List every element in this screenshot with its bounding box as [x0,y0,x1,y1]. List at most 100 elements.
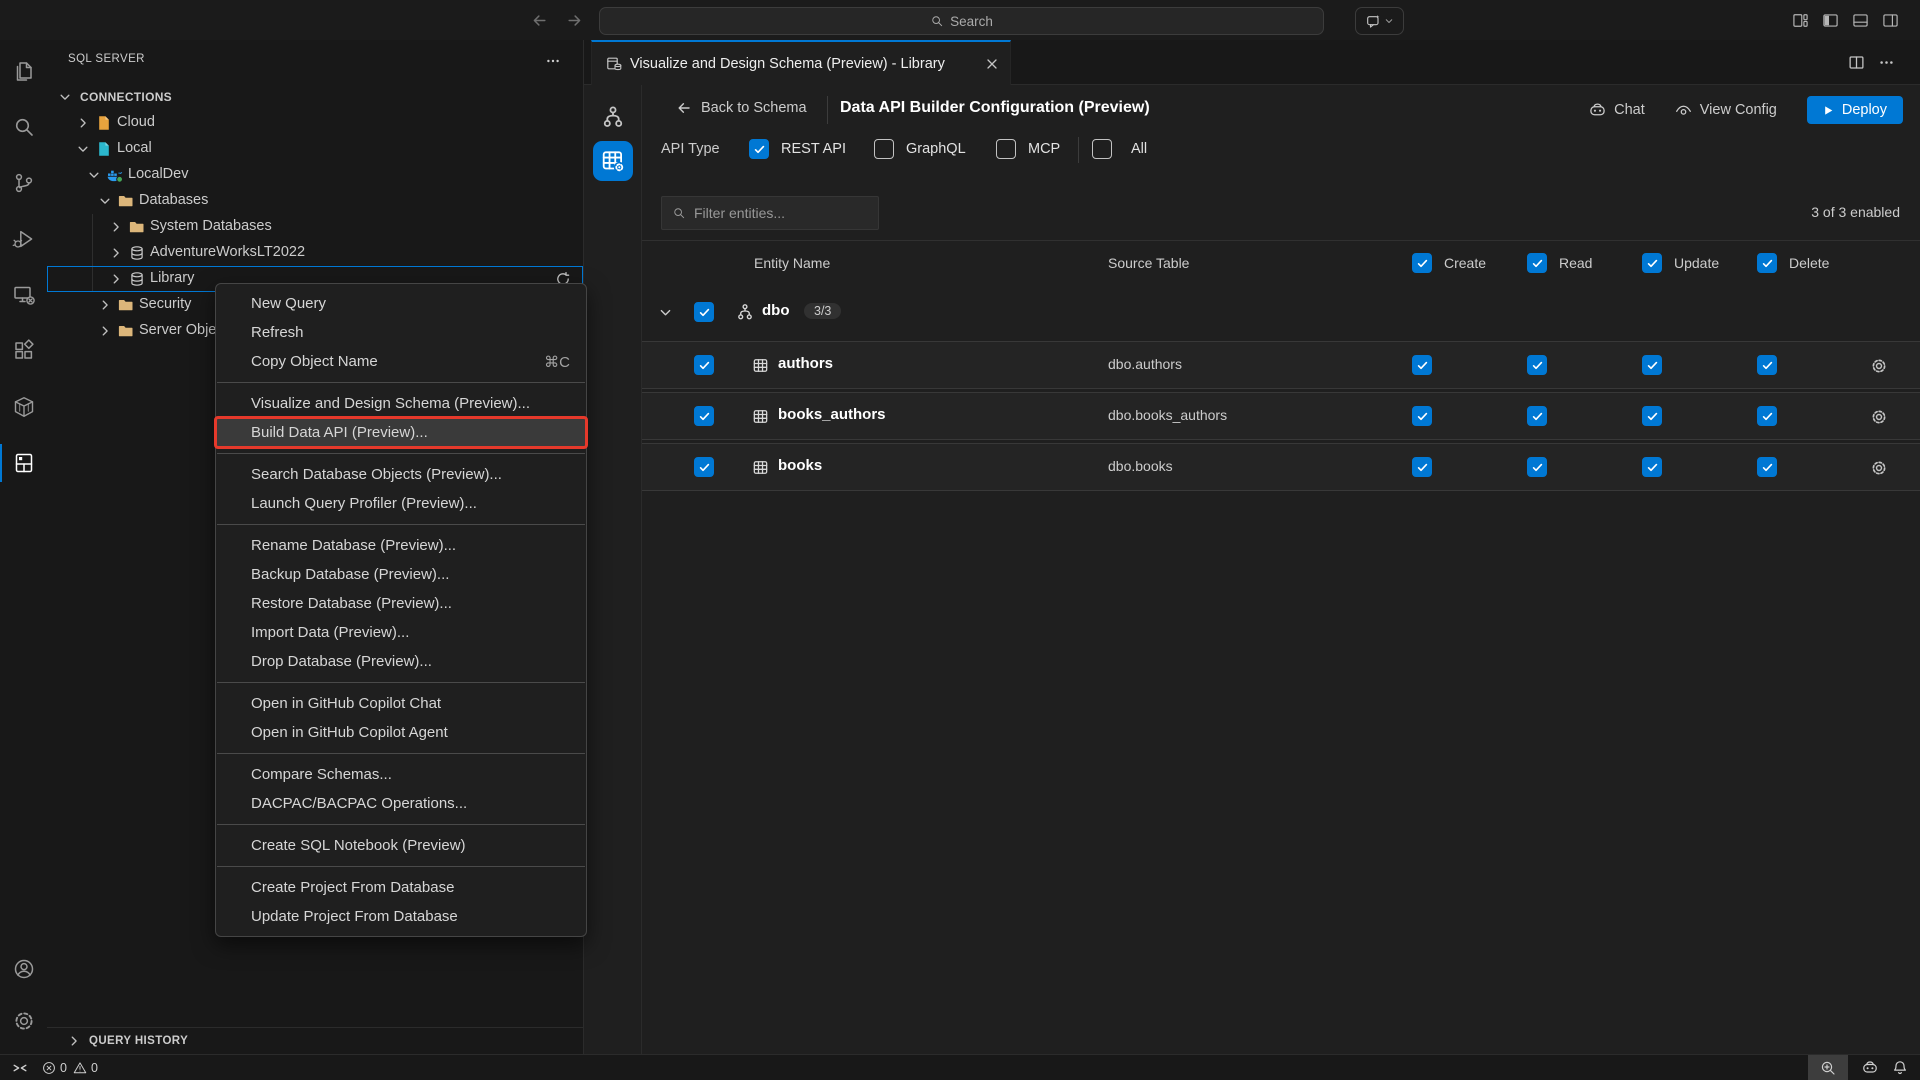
menu-item-create-project-from-database[interactable]: Create Project From Database [216,873,586,902]
status-bar: 0 0 [0,1054,1920,1080]
menu-item-open-in-github-copilot-agent[interactable]: Open in GitHub Copilot Agent [216,718,586,747]
api-type-checkbox-graphql[interactable] [874,139,894,159]
editor-more-actions-icon[interactable] [1878,54,1895,71]
more-actions-icon[interactable] [545,53,561,69]
activity-item-explorer[interactable] [0,47,47,95]
crud-checkbox-2[interactable] [1642,406,1662,426]
toggle-secondary-sidebar-icon[interactable] [1882,12,1899,29]
menu-item-refresh[interactable]: Refresh [216,318,586,347]
menu-item-import-data-preview[interactable]: Import Data (Preview)... [216,618,586,647]
copilot-status-icon[interactable] [1862,1060,1878,1076]
problems-warnings[interactable]: 0 [73,1061,98,1075]
tree-item-system-databases[interactable]: System Databases [47,214,583,240]
chevron-right-icon [76,116,90,130]
command-center-search[interactable]: Search [599,7,1324,35]
menu-item-dacpac-bacpac-operations[interactable]: DACPAC/BACPAC Operations... [216,789,586,818]
activity-item-accounts[interactable] [0,946,47,992]
split-editor-icon[interactable] [1848,54,1865,71]
notifications-bell-icon[interactable] [1892,1060,1908,1076]
toggle-panel-icon[interactable] [1852,12,1869,29]
api-type-option-label: All [1131,141,1147,157]
menu-item-update-project-from-database[interactable]: Update Project From Database [216,902,586,931]
activity-item-sql-server[interactable] [0,439,47,487]
filter-entities-input[interactable]: Filter entities... [661,196,879,230]
history-back-icon[interactable] [531,12,548,29]
tree-item-localdev[interactable]: LocalDev [47,162,583,188]
crud-checkbox-2[interactable] [1642,457,1662,477]
crud-checkbox-3[interactable] [1757,457,1777,477]
history-forward-icon[interactable] [566,12,583,29]
tree-item-local[interactable]: Local [47,136,583,162]
crud-checkbox-3[interactable] [1757,355,1777,375]
chat-button[interactable]: Chat [1589,102,1645,119]
menu-item-compare-schemas[interactable]: Compare Schemas... [216,760,586,789]
menu-item-backup-database-preview[interactable]: Backup Database (Preview)... [216,560,586,589]
zoom-in-status-button[interactable] [1808,1055,1848,1080]
menu-item-rename-database-preview[interactable]: Rename Database (Preview)... [216,531,586,560]
activity-item-search[interactable] [0,103,47,151]
header-checkbox-update[interactable] [1642,253,1662,273]
header-checkbox-read[interactable] [1527,253,1547,273]
entity-checkbox-authors[interactable] [694,355,714,375]
entity-settings-icon[interactable] [1870,459,1888,477]
entity-settings-icon[interactable] [1870,357,1888,375]
activity-item-remote-explorer[interactable] [0,271,47,319]
activity-item-run-and-debug[interactable] [0,215,47,263]
file-badge-icon [96,141,112,157]
tree-item-cloud[interactable]: Cloud [47,110,583,136]
menu-item-visualize-and-design-schema-preview[interactable]: Visualize and Design Schema (Preview)... [216,389,586,418]
menu-item-create-sql-notebook-preview[interactable]: Create SQL Notebook (Preview) [216,831,586,860]
activity-item-settings[interactable] [0,998,47,1044]
header-checkbox-create[interactable] [1412,253,1432,273]
crud-checkbox-0[interactable] [1412,457,1432,477]
copilot-menu-button[interactable] [1355,7,1404,35]
api-type-checkbox-mcp[interactable] [996,139,1016,159]
docker-icon [107,167,123,183]
schema-designer-button[interactable] [593,97,633,137]
crud-checkbox-1[interactable] [1527,355,1547,375]
header-checkbox-delete[interactable] [1757,253,1777,273]
customize-layout-icon[interactable] [1792,12,1809,29]
chevron-down-icon[interactable] [658,305,673,320]
menu-item-new-query[interactable]: New Query [216,289,586,318]
entity-settings-icon[interactable] [1870,408,1888,426]
view-config-button[interactable]: View Config [1675,102,1777,119]
toggle-sidebar-icon[interactable] [1822,12,1839,29]
crud-checkbox-3[interactable] [1757,406,1777,426]
close-icon[interactable] [984,56,1000,72]
entity-checkbox-books[interactable] [694,457,714,477]
problems-errors[interactable]: 0 [42,1061,67,1075]
menu-item-open-in-github-copilot-chat[interactable]: Open in GitHub Copilot Chat [216,689,586,718]
menu-item-copy-object-name[interactable]: Copy Object Name⌘C [216,347,586,376]
menu-item-search-database-objects-preview[interactable]: Search Database Objects (Preview)... [216,460,586,489]
deploy-button[interactable]: Deploy [1807,96,1903,124]
query-history-section[interactable]: QUERY HISTORY [47,1027,583,1054]
data-api-builder-button[interactable] [593,141,633,181]
entity-name: authors [778,355,833,372]
crud-checkbox-2[interactable] [1642,355,1662,375]
tree-item-adventureworkslt2022[interactable]: AdventureWorksLT2022 [47,240,583,266]
crud-checkbox-1[interactable] [1527,406,1547,426]
menu-item-drop-database-preview[interactable]: Drop Database (Preview)... [216,647,586,676]
schema-group-row[interactable]: dbo 3/3 [642,286,1920,338]
crud-checkbox-0[interactable] [1412,355,1432,375]
tab-visualize-design-schema[interactable]: Visualize and Design Schema (Preview) - … [591,40,1011,85]
entity-checkbox-books_authors[interactable] [694,406,714,426]
back-to-schema-button[interactable]: Back to Schema [676,100,807,116]
api-type-divider [1078,137,1079,163]
menu-item-build-data-api-preview[interactable]: Build Data API (Preview)... [216,418,586,447]
activity-item-source-control[interactable] [0,159,47,207]
activity-item-extensions[interactable] [0,327,47,375]
context-menu: New QueryRefreshCopy Object Name⌘C Visual… [215,283,587,937]
tree-item-connections[interactable]: CONNECTIONS [47,84,583,110]
schema-group-checkbox[interactable] [694,302,714,322]
api-type-checkbox-all[interactable] [1092,139,1112,159]
api-type-checkbox-rest-api[interactable] [749,139,769,159]
tree-item-databases[interactable]: Databases [47,188,583,214]
menu-item-restore-database-preview[interactable]: Restore Database (Preview)... [216,589,586,618]
crud-checkbox-0[interactable] [1412,406,1432,426]
crud-checkbox-1[interactable] [1527,457,1547,477]
activity-item-containers[interactable] [0,383,47,431]
menu-item-launch-query-profiler-preview[interactable]: Launch Query Profiler (Preview)... [216,489,586,518]
remote-indicator-icon[interactable] [12,1060,28,1076]
